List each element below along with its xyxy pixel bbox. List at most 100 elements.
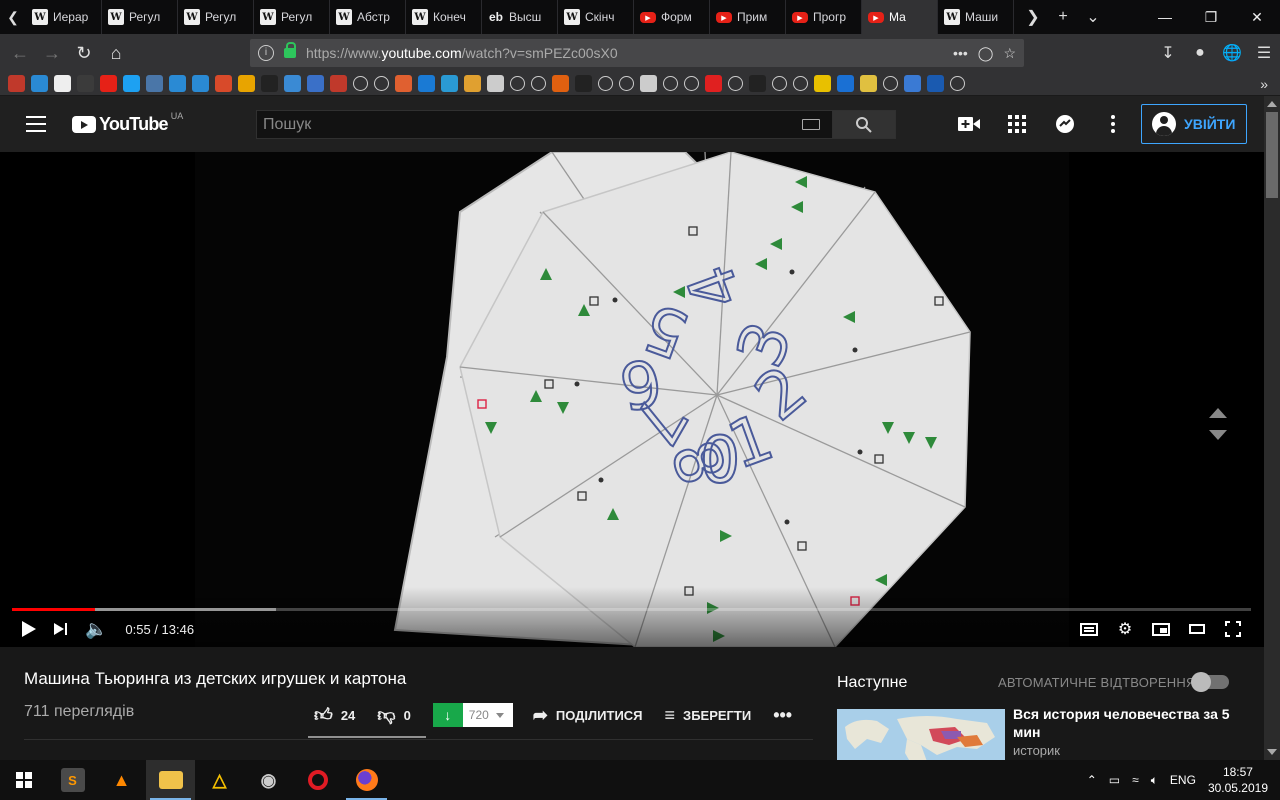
bookmark-globe-icon[interactable] [793,76,808,91]
bookmark-shield-icon[interactable] [663,76,678,91]
bookmark-lambda-icon[interactable] [772,76,787,91]
sign-in-button[interactable]: УВІЙТИ [1141,104,1247,144]
browser-tab[interactable]: ▶ Прим [710,0,786,34]
bookmark-globe-icon[interactable] [531,76,546,91]
bookmark-mountain-icon[interactable] [487,75,504,92]
bookmark-globe-icon[interactable] [640,75,657,92]
search-input[interactable]: Пошук [256,110,832,139]
bookmark-globe-icon[interactable] [552,75,569,92]
bookmark-globe-icon[interactable] [374,76,389,91]
battery-icon[interactable]: ▭ [1109,773,1120,787]
next-icon[interactable] [54,623,67,635]
bookmark-globe-icon[interactable] [705,75,722,92]
wifi-icon[interactable]: ≈ [1132,773,1139,787]
taskbar-app-triangle[interactable]: △ [195,760,244,800]
save-button[interactable]: ≡ ЗБЕРЕГТИ [665,705,752,726]
menu-icon[interactable]: ☰ [1248,43,1280,63]
browser-tab[interactable]: ▶ Прогр [786,0,862,34]
bookmark-edge-icon[interactable] [441,75,458,92]
reload-button[interactable]: ↻ [68,37,100,69]
bookmark-twitter-icon[interactable] [123,75,140,92]
scroll-down-arrow-icon[interactable] [1267,749,1277,755]
speaker-icon[interactable]: 🔈︎ [1151,773,1158,788]
arrow-down-icon[interactable] [1209,430,1227,440]
browser-tab[interactable]: ▶ Ма [862,0,938,34]
browser-tab[interactable]: ▶ Форм [634,0,710,34]
guide-menu-icon[interactable] [26,116,46,132]
language-indicator[interactable]: ENG [1170,773,1196,787]
minimize-button[interactable]: — [1142,0,1188,34]
address-bar[interactable]: i https://www.youtube.com/watch?v=smPEZc… [250,39,1024,67]
subtitles-button[interactable] [1078,618,1100,640]
forward-button[interactable]: → [36,37,68,69]
like-button[interactable]: 👍︎ 24 [314,704,355,726]
browser-tab[interactable]: W Маши [938,0,1014,34]
video-navigation-arrows[interactable] [1209,408,1227,440]
taskbar-firefox[interactable] [342,760,391,800]
download-quality-select[interactable]: 720 [462,703,513,727]
bookmark-download-icon[interactable] [284,75,301,92]
download-arrow-icon[interactable]: ↓ [432,703,463,727]
bookmark-google-icon[interactable] [54,75,71,92]
more-actions-button[interactable]: ••• [773,705,792,726]
taskbar-file-explorer[interactable] [146,760,195,800]
bookmark-box-icon[interactable] [418,75,435,92]
play-icon[interactable] [22,621,36,637]
browser-tab[interactable]: W Иерар [26,0,102,34]
browser-tab[interactable]: W Абстр [330,0,406,34]
browser-tab[interactable]: eb Высш [482,0,558,34]
bookmark-mail-icon[interactable] [31,75,48,92]
bookmark-e-icon[interactable] [464,75,481,92]
browser-tab[interactable]: W Регул [254,0,330,34]
youtube-logo[interactable]: YouTube UA [72,111,183,135]
close-window-button[interactable]: ✕ [1234,0,1280,34]
theater-mode-button[interactable] [1186,618,1208,640]
miniplayer-button[interactable] [1150,618,1172,640]
bookmark-star-icon[interactable] [261,75,278,92]
bookmark-star-icon[interactable]: ☆ [1003,45,1016,62]
scrollbar-thumb[interactable] [1266,112,1278,198]
extension-mouse-icon[interactable]: ● [1184,44,1216,62]
bookmarks-overflow-icon[interactable]: » [1260,76,1268,92]
fullscreen-button[interactable] [1222,618,1244,640]
clock[interactable]: 18:57 30.05.2019 [1208,764,1268,796]
url-text[interactable]: https://www.youtube.com/watch?v=smPEZc00… [306,45,618,61]
bookmark-mail-icon[interactable] [307,75,324,92]
bookmark-bulb-icon[interactable] [883,76,898,91]
settings-menu-button[interactable] [1099,110,1127,138]
bookmark-flag-icon[interactable] [353,76,368,91]
taskbar-paint[interactable]: ◉ [244,760,293,800]
extension-globe-icon[interactable]: 🌐 [1216,43,1248,63]
settings-button[interactable]: ⚙ [1114,618,1136,640]
page-actions-icon[interactable]: ••• [953,45,968,61]
bookmark-h-icon[interactable] [927,75,944,92]
bookmark-orange-icon[interactable] [575,75,592,92]
bookmark-globe-icon[interactable] [619,76,634,91]
bookmark-book-icon[interactable] [215,75,232,92]
bookmark-grid-icon[interactable] [598,76,613,91]
volume-icon[interactable]: 🔈 [85,619,107,640]
recommended-title[interactable]: Вся история человечества за 5 мин [1013,705,1243,741]
bookmark-dots-icon[interactable] [77,75,94,92]
messages-button[interactable] [1051,110,1079,138]
bookmark-bulb-icon[interactable] [837,75,854,92]
bookmark-plugin-icon[interactable] [238,75,255,92]
bookmark-translate-icon[interactable] [192,75,209,92]
bookmark-six-icon[interactable] [728,76,743,91]
autoplay-toggle[interactable] [1191,672,1229,692]
taskbar-sublime[interactable]: S [48,760,97,800]
browser-tab[interactable]: W Скінч [558,0,634,34]
bookmark-globe-icon[interactable] [904,75,921,92]
bookmark-youtube-icon[interactable] [100,75,117,92]
taskbar-opera[interactable] [293,760,342,800]
bookmark-globe-icon[interactable] [749,75,766,92]
tray-expand-icon[interactable]: ⌃ [1087,773,1097,787]
pocket-icon[interactable]: ◯ [978,45,994,62]
recommended-channel[interactable]: историк [1013,743,1060,758]
taskbar-vlc[interactable]: ▲ [97,760,146,800]
bookmark-yandex-icon[interactable] [8,75,25,92]
new-tab-button[interactable]: + [1048,8,1078,26]
keyboard-icon[interactable] [802,119,820,130]
bookmark-avatar-icon[interactable] [510,76,525,91]
bookmark-globe-icon[interactable] [684,76,699,91]
